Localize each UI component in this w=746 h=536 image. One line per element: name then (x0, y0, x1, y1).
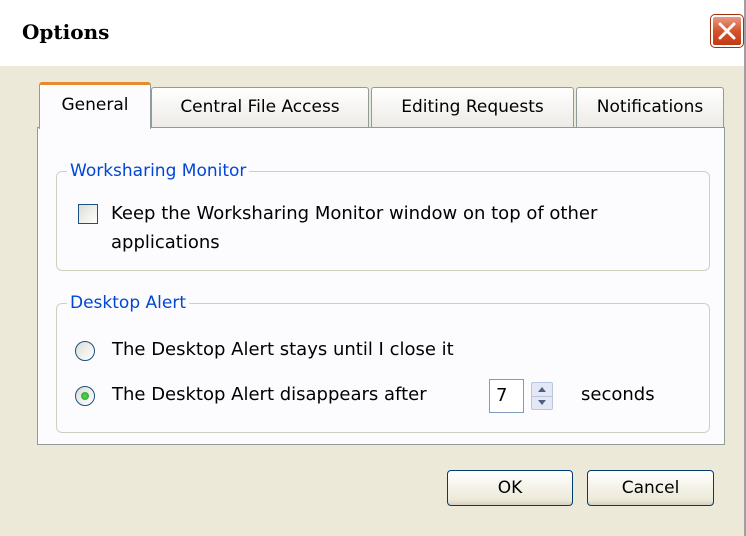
title-bar[interactable]: Options (0, 0, 744, 66)
arrow-down-icon (538, 400, 546, 405)
tab-notifications-label: Notifications (596, 97, 704, 117)
tab-central-file-access-label: Central File Access (180, 97, 340, 117)
radio-alert-stays[interactable] (75, 341, 95, 361)
spin-up-button[interactable] (532, 383, 552, 397)
keep-on-top-label-line2[interactable]: applications (111, 230, 220, 256)
close-button[interactable] (710, 14, 744, 48)
dialog-title: Options (22, 20, 110, 44)
tab-general-label: General (61, 95, 129, 115)
tab-editing-requests-label: Editing Requests (401, 97, 544, 117)
keep-on-top-label-line1[interactable]: Keep the Worksharing Monitor window on t… (111, 201, 597, 227)
alert-stays-label[interactable]: The Desktop Alert stays until I close it (112, 337, 454, 363)
ok-button[interactable]: OK (447, 470, 573, 506)
seconds-spinner[interactable] (531, 382, 553, 410)
tab-editing-requests[interactable]: Editing Requests (371, 87, 574, 127)
keep-on-top-checkbox[interactable] (78, 204, 98, 224)
desktop-alert-legend: Desktop Alert (70, 293, 186, 313)
arrow-up-icon (538, 387, 546, 392)
cancel-button[interactable]: Cancel (587, 470, 714, 506)
tab-notifications[interactable]: Notifications (576, 87, 724, 127)
radio-alert-disappears[interactable] (75, 386, 95, 406)
tab-general[interactable]: General (39, 82, 151, 129)
spin-down-button[interactable] (532, 396, 552, 409)
options-dialog: Options General Central File Access Edit… (0, 0, 746, 536)
alert-disappears-label[interactable]: The Desktop Alert disappears after (112, 382, 427, 408)
worksharing-monitor-legend: Worksharing Monitor (70, 161, 247, 181)
desktop-alert-group: Desktop Alert (56, 293, 710, 433)
close-icon (718, 22, 736, 40)
tab-central-file-access[interactable]: Central File Access (151, 87, 369, 127)
radio-selected-dot (81, 392, 89, 400)
seconds-label: seconds (581, 384, 655, 405)
seconds-input[interactable]: 7 (489, 379, 524, 413)
tab-panel-general: Worksharing Monitor Keep the Worksharing… (37, 127, 725, 445)
